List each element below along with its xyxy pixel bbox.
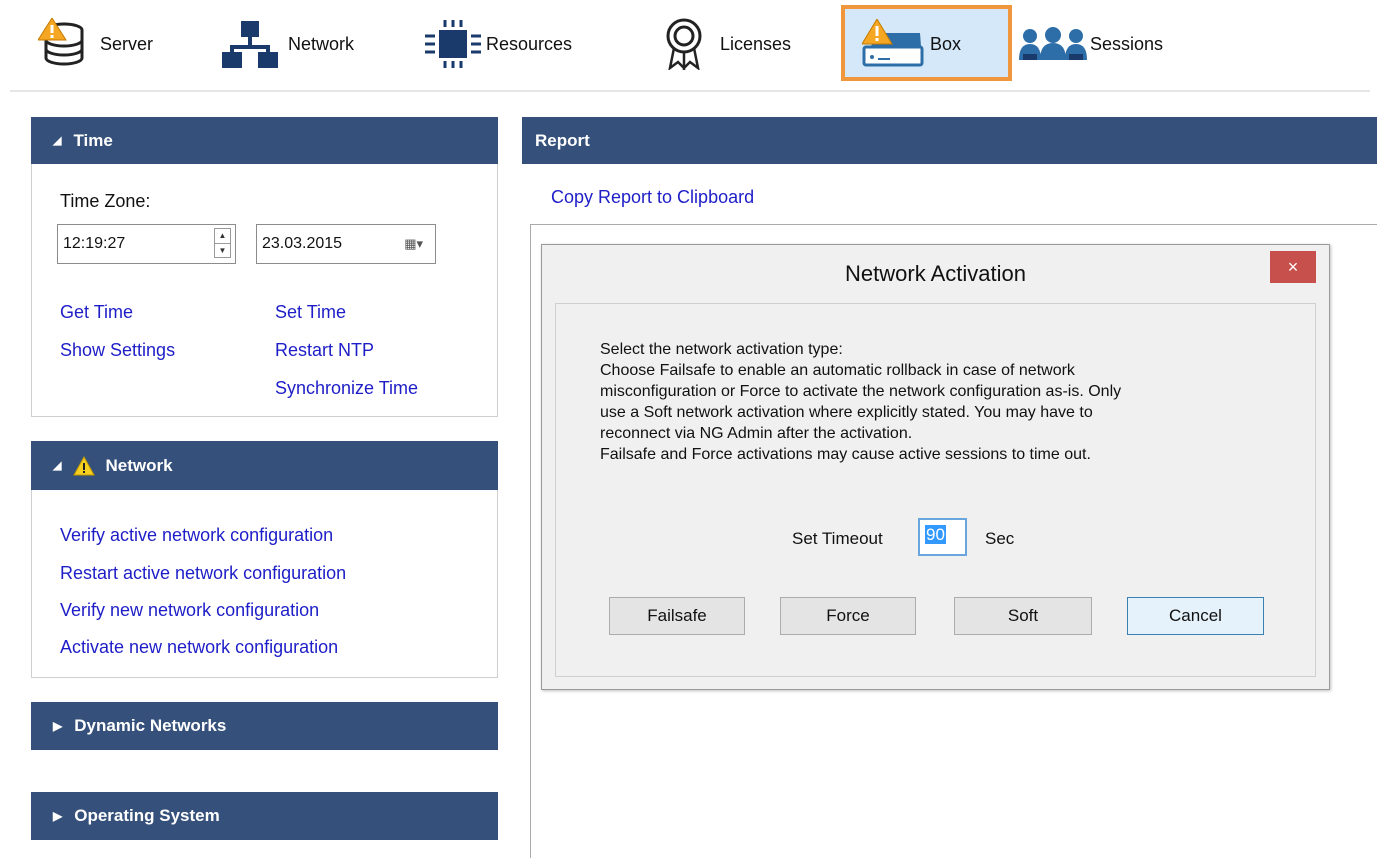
collapse-triangle-icon: ◢ <box>53 460 62 472</box>
message-line: Failsafe and Force activations may cause… <box>600 446 1091 463</box>
main-toolbar: Server Network Resources Licenses Box Se… <box>0 0 1377 90</box>
dynamic-networks-title: Dynamic Networks <box>74 716 227 735</box>
timeout-input[interactable]: 90 <box>918 518 967 556</box>
toolbar-divider <box>10 90 1370 92</box>
verify-new-network-link[interactable]: Verify new network configuration <box>60 600 319 621</box>
timeout-value: 90 <box>925 525 946 544</box>
soft-button[interactable]: Soft <box>954 597 1092 635</box>
time-value: 12:19:27 <box>63 235 126 252</box>
tab-resources-label: Resources <box>486 33 573 54</box>
message-line: use a Soft network activation where expl… <box>600 404 1093 421</box>
tab-sessions-label: Sessions <box>1090 33 1164 54</box>
network-icon <box>220 16 280 72</box>
dialog-title: Network Activation <box>845 261 1026 286</box>
failsafe-button[interactable]: Failsafe <box>609 597 745 635</box>
expand-triangle-icon: ▶ <box>53 809 63 823</box>
tab-network-label: Network <box>288 33 355 54</box>
force-button[interactable]: Force <box>780 597 916 635</box>
dialog-content: Select the network activation type: Choo… <box>555 303 1316 677</box>
network-panel-title: Network <box>105 455 173 475</box>
dynamic-networks-panel-header[interactable]: ▶ Dynamic Networks <box>31 702 498 750</box>
dialog-message: Select the network activation type: Choo… <box>600 339 1290 465</box>
timeout-unit: Sec <box>985 529 1015 548</box>
date-picker[interactable]: 23.03.2015 ▦▾ <box>256 224 436 264</box>
network-activation-dialog: Network Activation × Select the network … <box>541 244 1330 690</box>
license-badge-icon <box>656 16 712 72</box>
tab-sessions[interactable]: Sessions <box>1018 0 1163 88</box>
server-warning-icon <box>36 16 92 72</box>
verify-active-network-link[interactable]: Verify active network configuration <box>60 525 333 546</box>
report-title: Report <box>535 130 590 150</box>
copy-report-link[interactable]: Copy Report to Clipboard <box>551 187 754 208</box>
activate-new-network-link[interactable]: Activate new network configuration <box>60 637 338 658</box>
chip-icon <box>422 16 484 72</box>
tab-server-label: Server <box>100 33 154 54</box>
time-panel-header[interactable]: ◢ Time <box>31 117 498 164</box>
tab-server[interactable]: Server <box>36 0 153 88</box>
timezone-label: Time Zone: <box>60 191 151 211</box>
collapse-triangle-icon: ◢ <box>53 135 62 147</box>
users-icon <box>1018 16 1088 72</box>
time-stepper[interactable]: 12:19:27 ▲ ▼ <box>57 224 236 264</box>
warning-icon <box>73 455 96 476</box>
timeout-label: Set Timeout <box>792 529 883 548</box>
expand-triangle-icon: ▶ <box>53 719 63 733</box>
set-time-link[interactable]: Set Time <box>275 302 346 323</box>
box-warning-icon <box>862 16 924 72</box>
message-line: Select the network activation type: <box>600 341 843 358</box>
report-header: Report <box>522 117 1377 164</box>
tab-box[interactable]: Box <box>862 0 961 88</box>
show-settings-link[interactable]: Show Settings <box>60 340 175 361</box>
date-value: 23.03.2015 <box>262 235 343 252</box>
time-panel-title: Time <box>73 130 113 150</box>
tab-licenses-label: Licenses <box>720 33 792 54</box>
message-line: reconnect via NG Admin after the activat… <box>600 425 913 442</box>
restart-ntp-link[interactable]: Restart NTP <box>275 340 374 361</box>
tab-network[interactable]: Network <box>220 0 354 88</box>
operating-system-title: Operating System <box>74 806 220 825</box>
tab-box-label: Box <box>930 33 962 54</box>
spin-buttons-icon[interactable]: ▲ ▼ <box>214 228 231 258</box>
tab-licenses[interactable]: Licenses <box>656 0 791 88</box>
close-icon[interactable]: × <box>1270 251 1316 283</box>
tab-resources[interactable]: Resources <box>422 0 572 88</box>
calendar-dropdown-icon[interactable]: ▦▾ <box>404 236 423 252</box>
get-time-link[interactable]: Get Time <box>60 302 133 323</box>
synchronize-time-link[interactable]: Synchronize Time <box>275 378 418 399</box>
message-line: Choose Failsafe to enable an automatic r… <box>600 362 1075 379</box>
message-line: misconfiguration or Force to activate th… <box>600 383 1122 400</box>
network-panel-header[interactable]: ◢ Network <box>31 441 498 490</box>
cancel-button[interactable]: Cancel <box>1127 597 1264 635</box>
operating-system-panel-header[interactable]: ▶ Operating System <box>31 792 498 840</box>
restart-active-network-link[interactable]: Restart active network configuration <box>60 563 346 584</box>
